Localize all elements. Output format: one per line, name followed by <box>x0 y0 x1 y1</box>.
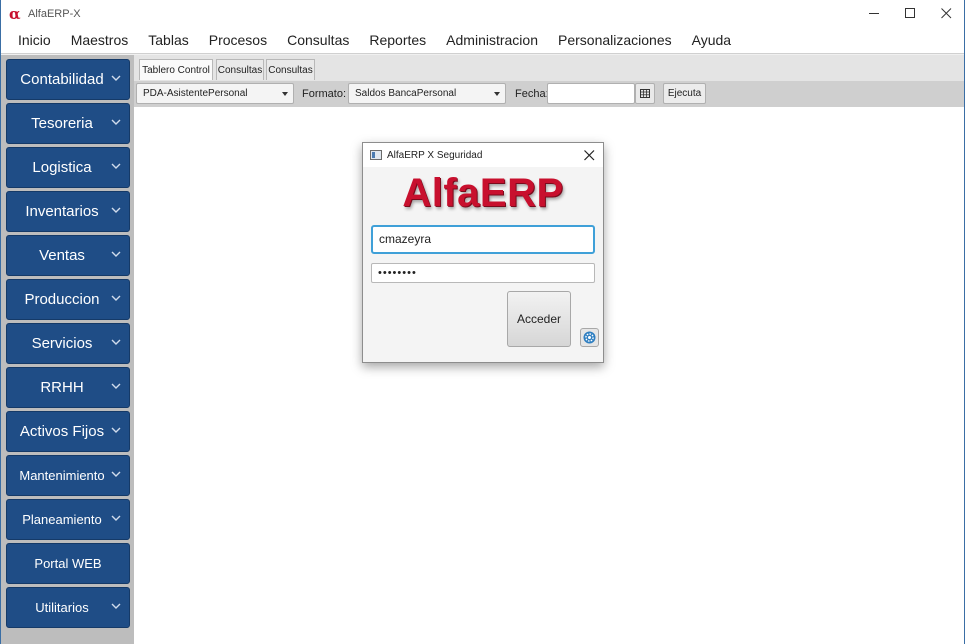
sidebar-item-label: Mantenimiento <box>19 468 105 483</box>
sidebar-item-portal-web[interactable]: Portal WEB <box>6 543 130 584</box>
tab-consultas-2[interactable]: Consultas <box>266 59 315 80</box>
chevron-down-icon <box>110 512 122 524</box>
chevron-down-icon <box>110 380 122 392</box>
chevron-down-icon <box>110 204 122 216</box>
chevron-down-icon <box>110 336 122 348</box>
sidebar-item-mantenimiento[interactable]: Mantenimiento <box>6 455 130 496</box>
window-title: AlfaERP-X <box>28 7 81 20</box>
login-dialog: AlfaERP X Seguridad AlfaERP cmazeyra •••… <box>362 142 604 363</box>
app-logo-icon: α <box>9 4 21 23</box>
calendar-icon <box>640 89 650 98</box>
sidebar-item-label: Logistica <box>32 159 92 176</box>
close-icon <box>583 149 594 160</box>
sidebar-item-label: RRHH <box>40 379 84 396</box>
minimize-button[interactable] <box>856 0 892 27</box>
dialog-close-button[interactable] <box>579 145 599 165</box>
menu-item-procesos[interactable]: Procesos <box>199 27 277 54</box>
format-select-value: Saldos BancaPersonal <box>355 88 457 99</box>
chevron-down-icon <box>110 160 122 172</box>
sidebar-item-contabilidad[interactable]: Contabilidad <box>6 59 130 100</box>
run-button[interactable]: Ejecuta <box>663 83 706 104</box>
sidebar-item-label: Portal WEB <box>34 556 102 571</box>
date-label: Fecha: <box>515 88 549 100</box>
format-label: Formato: <box>302 88 347 100</box>
report-select[interactable]: PDA-AsistentePersonal <box>136 83 294 104</box>
chevron-down-icon <box>110 248 122 260</box>
chevron-down-icon <box>110 468 122 480</box>
sidebar-item-label: Inventarios <box>25 203 99 220</box>
maximize-button[interactable] <box>892 0 928 27</box>
sidebar-item-label: Ventas <box>39 247 85 264</box>
calendar-button[interactable] <box>635 83 655 104</box>
chevron-down-icon <box>110 116 122 128</box>
sidebar-item-rrhh[interactable]: RRHH <box>6 367 130 408</box>
chevron-down-icon <box>110 72 122 84</box>
gear-icon <box>583 331 596 344</box>
menu-item-tablas[interactable]: Tablas <box>138 27 198 54</box>
username-input[interactable]: cmazeyra <box>371 225 595 254</box>
sidebar-item-label: Tesoreria <box>31 115 93 132</box>
minimize-icon <box>868 13 879 14</box>
sidebar-item-label: Servicios <box>31 335 93 352</box>
sidebar-item-label: Activos Fijos <box>19 423 105 440</box>
tab-bar: Tablero Control Consultas Consultas <box>134 55 964 82</box>
sidebar-item-label: Planeamiento <box>22 512 102 527</box>
sidebar-item-produccion[interactable]: Produccion <box>6 279 130 320</box>
dropdown-arrow-icon <box>282 92 288 96</box>
menu-bar: Inicio Maestros Tablas Procesos Consulta… <box>1 27 964 54</box>
close-window-button[interactable] <box>928 0 964 27</box>
settings-button[interactable] <box>580 328 599 347</box>
menu-item-inicio[interactable]: Inicio <box>8 27 61 54</box>
window-icon <box>370 150 382 160</box>
tab-tablero-control[interactable]: Tablero Control <box>139 59 213 80</box>
dialog-title: AlfaERP X Seguridad <box>387 149 483 161</box>
report-toolbar: PDA-AsistentePersonal Formato: Saldos Ba… <box>134 82 964 107</box>
report-select-value: PDA-AsistentePersonal <box>143 88 248 99</box>
dropdown-arrow-icon <box>494 92 500 96</box>
sidebar-item-logistica[interactable]: Logistica <box>6 147 130 188</box>
sidebar-item-inventarios[interactable]: Inventarios <box>6 191 130 232</box>
sidebar-item-activos-fijos[interactable]: Activos Fijos <box>6 411 130 452</box>
brand-logo: AlfaERP <box>402 171 564 215</box>
chevron-down-icon <box>110 424 122 436</box>
sidebar-item-utilitarios[interactable]: Utilitarios <box>6 587 130 628</box>
app-window: α AlfaERP-X Inicio Maestros Tablas Proce… <box>0 0 965 644</box>
sidebar-item-planeamiento[interactable]: Planeamiento <box>6 499 130 540</box>
dialog-title-bar: AlfaERP X Seguridad <box>363 143 603 167</box>
sidebar-item-ventas[interactable]: Ventas <box>6 235 130 276</box>
password-input[interactable]: •••••••• <box>371 263 595 283</box>
chevron-down-icon <box>110 600 122 612</box>
menu-item-consultas[interactable]: Consultas <box>277 27 359 54</box>
sidebar-item-label: Utilitarios <box>35 600 89 615</box>
login-button[interactable]: Acceder <box>507 291 571 347</box>
title-bar: α AlfaERP-X <box>1 0 964 27</box>
date-input[interactable] <box>547 83 635 104</box>
maximize-icon <box>904 8 915 18</box>
window-controls <box>856 0 964 27</box>
sidebar-item-label: Produccion <box>24 291 100 308</box>
sidebar-item-servicios[interactable]: Servicios <box>6 323 130 364</box>
sidebar-item-label: Contabilidad <box>20 71 104 88</box>
menu-item-reportes[interactable]: Reportes <box>359 27 436 54</box>
menu-item-personalizaciones[interactable]: Personalizaciones <box>548 27 682 54</box>
menu-item-ayuda[interactable]: Ayuda <box>682 27 741 54</box>
chevron-down-icon <box>110 292 122 304</box>
format-select[interactable]: Saldos BancaPersonal <box>348 83 506 104</box>
menu-item-administracion[interactable]: Administracion <box>436 27 548 54</box>
sidebar-item-tesoreria[interactable]: Tesoreria <box>6 103 130 144</box>
menu-item-maestros[interactable]: Maestros <box>61 27 139 54</box>
tab-consultas-1[interactable]: Consultas <box>216 59 264 80</box>
close-icon <box>940 8 951 19</box>
sidebar: Contabilidad Tesoreria Logistica Inventa… <box>1 55 134 644</box>
